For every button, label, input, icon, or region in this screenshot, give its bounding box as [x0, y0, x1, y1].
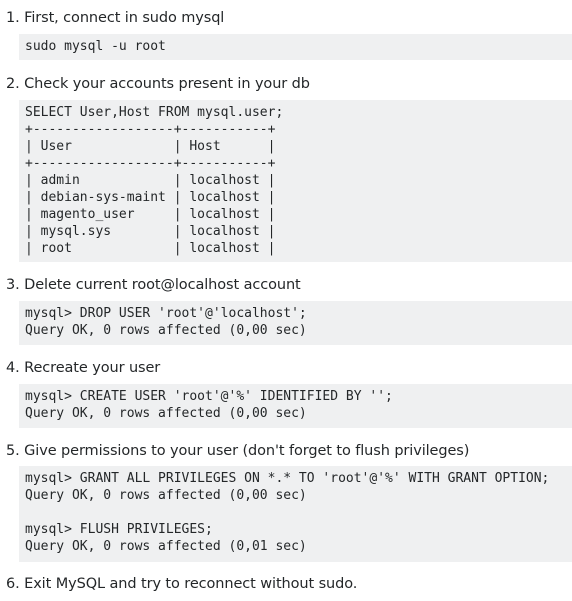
step-2-code-block[interactable]: SELECT User,Host FROM mysql.user; +-----… [19, 100, 572, 262]
step-4-code-block[interactable]: mysql> CREATE USER 'root'@'%' IDENTIFIED… [19, 384, 572, 428]
step-5-title: 5. Give permissions to your user (don't … [6, 443, 470, 459]
step-1-title: 1. First, connect in sudo mysql [6, 10, 225, 26]
step-3-code[interactable]: mysql> DROP USER 'root'@'localhost'; Que… [25, 305, 566, 339]
step-3-title: 3. Delete current root@localhost account [6, 277, 301, 293]
step-1-code[interactable]: sudo mysql -u root [25, 38, 566, 55]
step-3-code-block[interactable]: mysql> DROP USER 'root'@'localhost'; Que… [19, 301, 572, 345]
step-4-title: 4. Recreate your user [6, 360, 161, 376]
step-4-code[interactable]: mysql> CREATE USER 'root'@'%' IDENTIFIED… [25, 388, 566, 422]
step-2-title: 2. Check your accounts present in your d… [6, 76, 310, 92]
step-2-code[interactable]: SELECT User,Host FROM mysql.user; +-----… [25, 104, 566, 257]
step-5-code[interactable]: mysql> GRANT ALL PRIVILEGES ON *.* TO 'r… [25, 470, 566, 555]
step-1-code-block[interactable]: sudo mysql -u root [19, 34, 572, 60]
step-6-title: 6. Exit MySQL and try to reconnect witho… [6, 576, 358, 592]
step-5-code-block[interactable]: mysql> GRANT ALL PRIVILEGES ON *.* TO 'r… [19, 466, 572, 562]
